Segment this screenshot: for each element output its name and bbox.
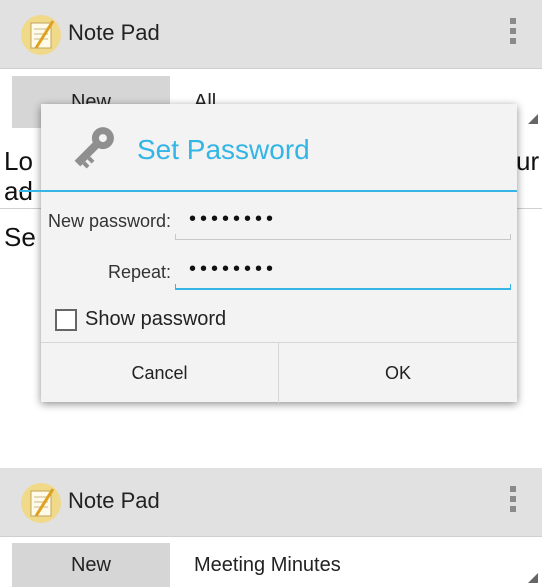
key-icon xyxy=(74,127,114,169)
app-title: Note Pad xyxy=(68,488,160,513)
new-password-field[interactable]: •••••••• xyxy=(175,204,511,240)
title-divider xyxy=(19,190,517,192)
notepad-app-icon xyxy=(21,483,61,523)
overflow-menu-icon[interactable] xyxy=(508,486,518,520)
new-note-button[interactable]: New xyxy=(12,543,170,587)
repeat-password-field[interactable]: •••••••• xyxy=(175,254,511,290)
filter-value: Meeting Minutes xyxy=(194,553,341,576)
toolbar-row: New Meeting Minutes xyxy=(0,543,542,587)
repeat-password-value: •••••••• xyxy=(189,258,278,280)
ok-button[interactable]: OK xyxy=(279,343,517,403)
app-title: Note Pad xyxy=(68,20,160,45)
filter-spinner[interactable]: Meeting Minutes xyxy=(172,543,542,587)
show-password-label[interactable]: Show password xyxy=(85,308,226,331)
spinner-arrow-icon xyxy=(528,573,538,583)
dialog-button-bar: Cancel OK xyxy=(41,342,517,403)
cancel-button[interactable]: Cancel xyxy=(41,343,278,403)
action-bar: Note Pad xyxy=(0,468,542,537)
overflow-menu-icon[interactable] xyxy=(508,18,518,52)
action-bar: Note Pad xyxy=(0,0,542,69)
new-password-value: •••••••• xyxy=(189,208,278,230)
repeat-label: Repeat: xyxy=(107,262,171,282)
spinner-arrow-icon xyxy=(528,114,538,124)
dialog-title: Set Password xyxy=(137,134,310,165)
show-password-checkbox[interactable] xyxy=(55,309,77,331)
notepad-app-icon xyxy=(21,15,61,55)
new-password-label: New password: xyxy=(47,211,171,231)
note-text-fragment: Lo xyxy=(4,146,33,176)
set-password-dialog: Set Password New password: •••••••• Repe… xyxy=(19,104,517,403)
note-text-fragment: ur xyxy=(516,146,540,176)
